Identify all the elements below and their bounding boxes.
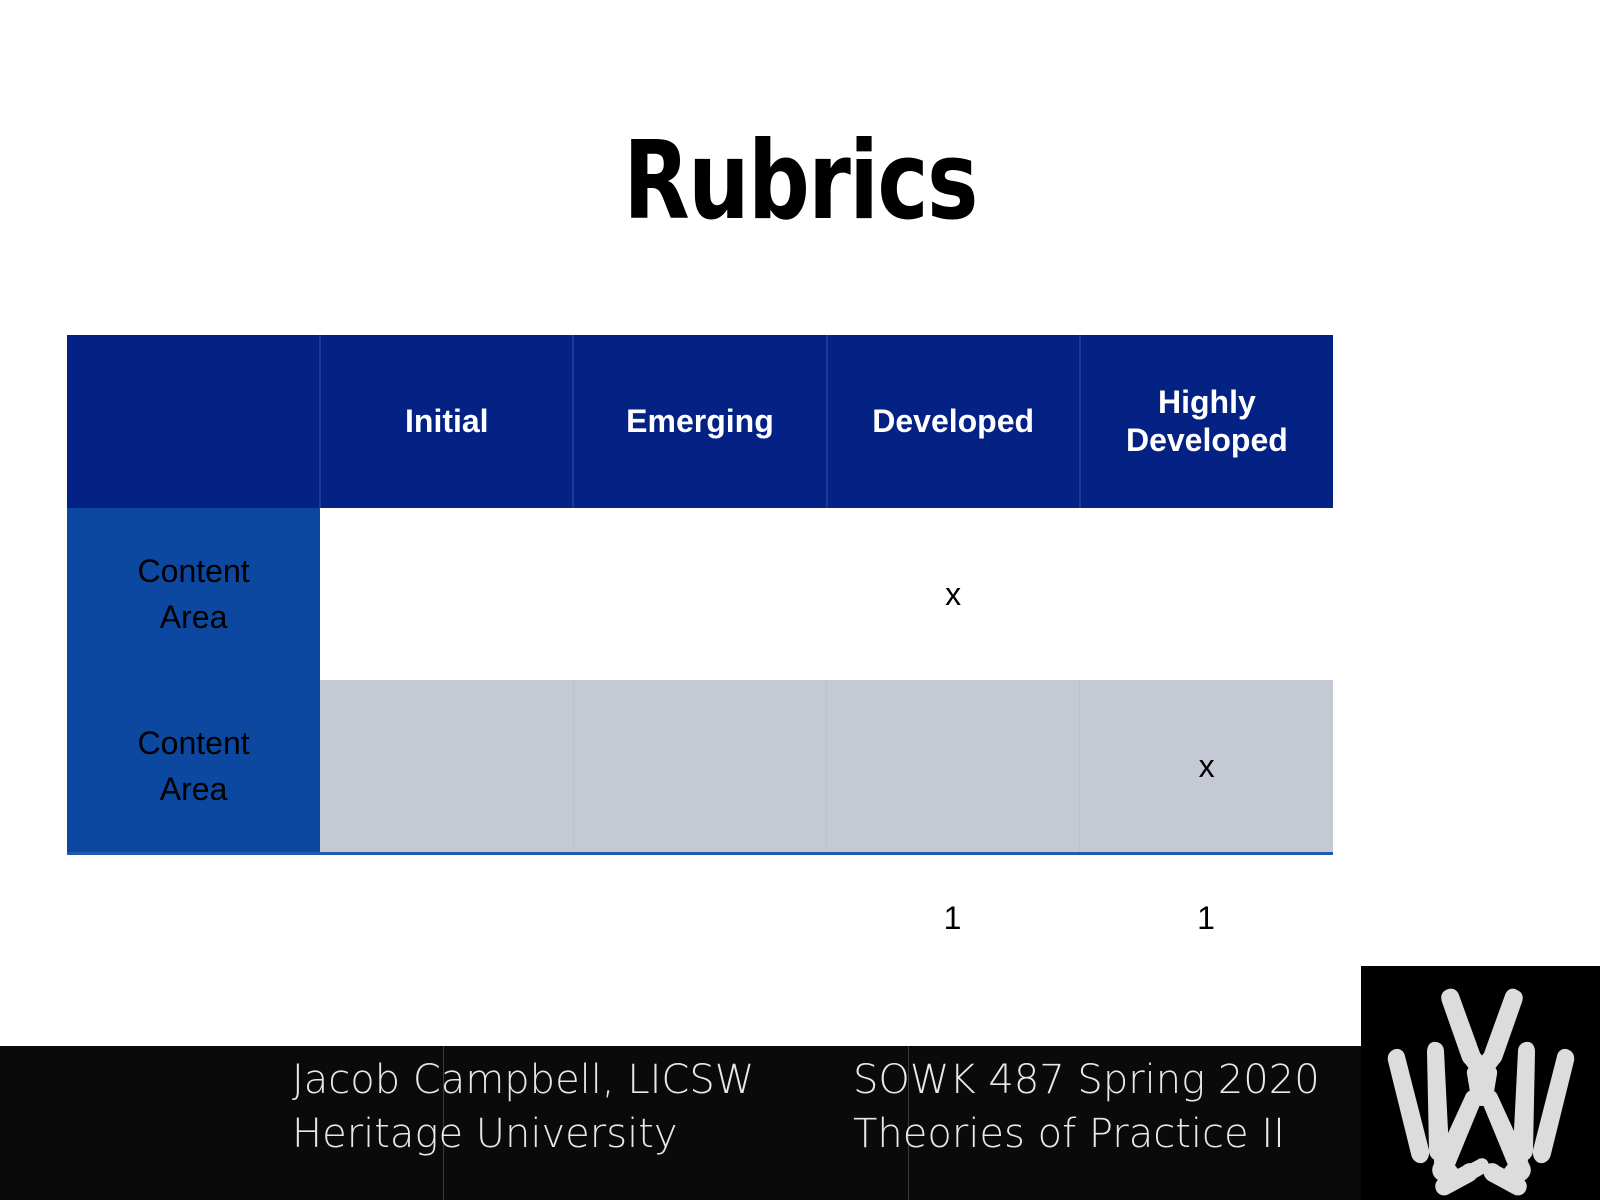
column-header-initial: Initial	[320, 335, 575, 508]
cell-r2-developed[interactable]	[826, 680, 1081, 855]
total-highly-developed: 1	[1197, 900, 1215, 936]
column-header-highly-developed-line1: Highly	[1157, 383, 1256, 420]
table-row: Content Area x	[67, 508, 1333, 680]
row-label-line1: Content	[137, 552, 250, 589]
footer-course-title: Theories of Practice II	[853, 1111, 1285, 1157]
column-header-emerging: Emerging	[573, 335, 828, 508]
footer-presenter-institution: Heritage University	[292, 1111, 678, 1157]
row-label-line2: Area	[159, 771, 228, 807]
cell-r1-highly-developed[interactable]	[1079, 508, 1333, 680]
cell-r2-initial[interactable]	[320, 680, 574, 855]
footer-course: SOWK 487 Spring 2020 Theories of Practic…	[853, 1053, 1320, 1161]
table-header-row: Initial Emerging Developed Highly Develo…	[67, 335, 1333, 508]
footer-presenter: Jacob Campbell, LICSW Heritage Universit…	[292, 1053, 754, 1161]
total-emerging	[573, 900, 826, 937]
table-row: Content Area x	[67, 680, 1333, 855]
column-header-highly-developed: Highly Developed	[1079, 335, 1333, 508]
footer-bar	[0, 1046, 1600, 1200]
cell-r1-emerging[interactable]	[573, 508, 827, 680]
cell-r2-highly-developed[interactable]: x	[1079, 680, 1333, 855]
row-label-line1: Content	[137, 724, 250, 761]
footer-presenter-name: Jacob Campbell, LICSW	[292, 1057, 755, 1103]
page-title: Rubrics	[623, 119, 978, 244]
heritage-university-logo-icon	[1387, 988, 1575, 1196]
cell-r1-developed[interactable]: x	[826, 508, 1080, 680]
cell-r1-initial[interactable]	[320, 508, 574, 680]
row-label-line2: Area	[159, 599, 228, 635]
row-label-content-area-1: Content Area	[67, 508, 321, 680]
totals-row: 1 1	[67, 900, 1333, 937]
rubric-table: Initial Emerging Developed Highly Develo…	[67, 335, 1333, 855]
header-corner-cell	[67, 335, 322, 508]
column-header-highly-developed-line2: Developed	[1125, 421, 1288, 458]
total-developed: 1	[943, 900, 962, 936]
footer-course-code: SOWK 487 Spring 2020	[853, 1057, 1320, 1103]
column-header-developed: Developed	[826, 335, 1081, 508]
slide-canvas: Rubrics Initial Emerging Developed Highl…	[0, 0, 1600, 1200]
logo-block	[1361, 966, 1600, 1200]
totals-spacer	[67, 900, 320, 937]
cell-r2-emerging[interactable]	[573, 680, 828, 855]
total-initial	[320, 900, 573, 937]
row-label-content-area-2: Content Area	[67, 680, 321, 855]
